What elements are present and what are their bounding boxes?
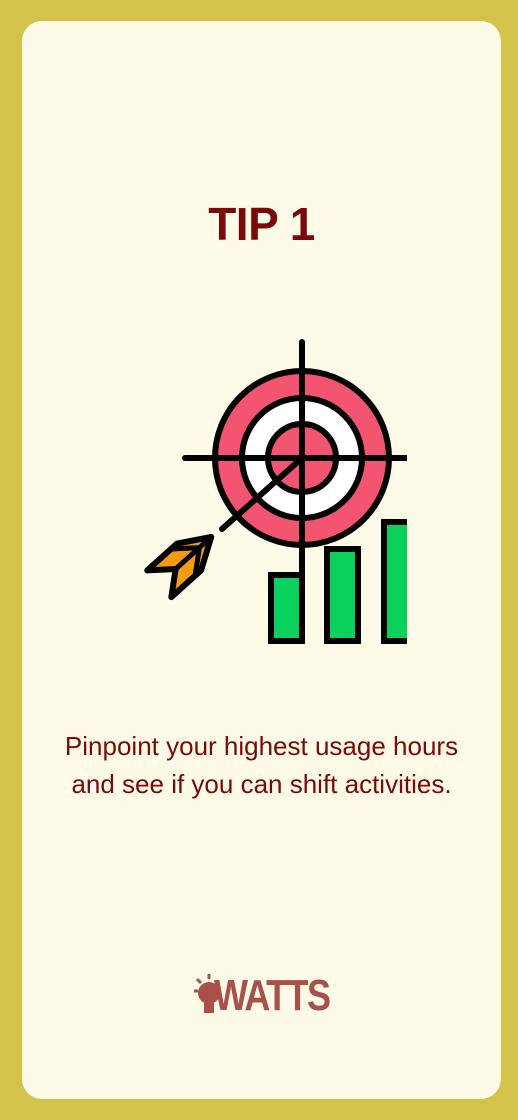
tip-description: Pinpoint your highest usage hours and se… <box>64 731 459 799</box>
tip-title: TIP 1 <box>208 198 315 250</box>
watts-logo: WATTS <box>194 967 331 1027</box>
tip-card: TIP 1 Pinpoint your highest usage hours … <box>22 21 501 1099</box>
brand-name: WATTS <box>214 971 331 1020</box>
target-arrow-growth-icon <box>117 317 420 647</box>
